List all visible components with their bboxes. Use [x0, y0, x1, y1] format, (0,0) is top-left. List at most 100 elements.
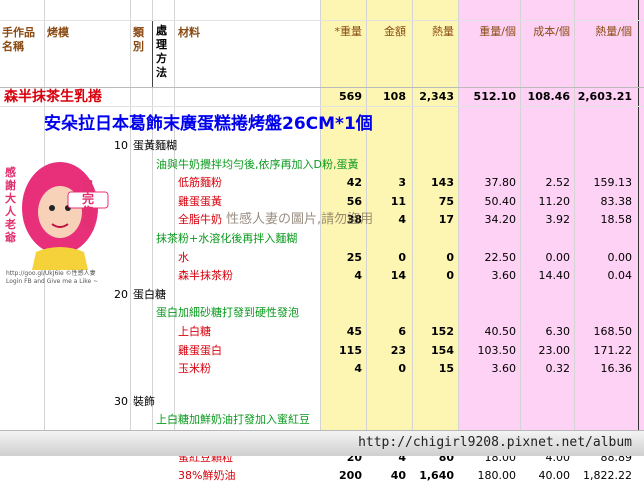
product-name[interactable]: 森半抹茶生乳捲	[4, 88, 102, 106]
material-calorie-per[interactable]: 18.58	[574, 212, 633, 228]
header-calorie[interactable]: 熱量	[412, 24, 454, 40]
material-calorie[interactable]: 1,640	[412, 468, 454, 484]
photo-caption-2: Login FB and Give me a Like ~	[6, 278, 99, 285]
material-name[interactable]: 上白糖	[178, 324, 211, 340]
material-calorie-per[interactable]: 83.38	[574, 194, 633, 210]
material-weight-per[interactable]: 37.80	[458, 175, 517, 191]
material-calorie[interactable]: 75	[412, 194, 454, 210]
material-weight-per[interactable]: 3.60	[458, 268, 517, 284]
grid-line	[0, 106, 644, 107]
material-cost-per[interactable]: 23.00	[520, 343, 571, 359]
header-method[interactable]: 處理方法	[156, 24, 170, 80]
method-note[interactable]: 油與牛奶攪拌均勻後,依序再加入D粉,蛋黃	[156, 157, 358, 173]
category-code[interactable]: 20	[110, 287, 128, 303]
header-calorie-per[interactable]: 熱量/個	[574, 24, 632, 40]
material-name[interactable]: 雞蛋蛋白	[178, 343, 222, 359]
grid-line	[638, 0, 639, 455]
material-cost-per[interactable]: 3.92	[520, 212, 571, 228]
mold-title[interactable]: 安朵拉日本葛飾末廣蛋糕捲烤盤26CM*1個	[44, 113, 373, 135]
material-name[interactable]: 38%鮮奶油	[178, 468, 235, 484]
material-name[interactable]: 森半抹茶粉	[178, 268, 233, 284]
material-weight[interactable]: 4	[320, 268, 362, 284]
product-weight-per[interactable]: 512.10	[458, 89, 516, 105]
material-calorie-per[interactable]: 0.04	[574, 268, 633, 284]
material-weight-per[interactable]: 103.50	[458, 343, 517, 359]
material-weight-per[interactable]: 22.50	[458, 250, 517, 266]
material-cost-per[interactable]: 2.52	[520, 175, 571, 191]
material-weight[interactable]: 42	[320, 175, 362, 191]
header-mold[interactable]: 烤模	[47, 26, 69, 42]
header-name[interactable]: 手作品名稱	[2, 26, 42, 54]
material-amount[interactable]: 0	[366, 361, 406, 377]
product-calorie-per[interactable]: 2,603.21	[574, 89, 632, 105]
material-amount[interactable]: 6	[366, 324, 406, 340]
product-cost-per[interactable]: 108.46	[520, 89, 570, 105]
photo-caption: http://goo.gl/UkJ6Ie ©性感人妻	[6, 270, 96, 277]
material-name[interactable]: 雞蛋蛋黃	[178, 194, 222, 210]
method-note[interactable]: 上白糖加鮮奶油打發加入蜜紅豆	[156, 412, 310, 428]
header-cost-per[interactable]: 成本/個	[520, 24, 570, 40]
material-weight[interactable]: 25	[320, 250, 362, 266]
material-calorie[interactable]: 15	[412, 361, 454, 377]
material-amount[interactable]: 0	[366, 250, 406, 266]
material-cost-per[interactable]: 11.20	[520, 194, 571, 210]
product-amount[interactable]: 108	[366, 89, 406, 105]
category-code[interactable]: 10	[110, 138, 128, 154]
header-weight-per[interactable]: 重量/個	[458, 24, 516, 40]
header-weight[interactable]: *重量	[320, 24, 363, 40]
material-weight-per[interactable]: 34.20	[458, 212, 517, 228]
material-weight-per[interactable]: 3.60	[458, 361, 517, 377]
material-weight-per[interactable]: 50.40	[458, 194, 517, 210]
category-label[interactable]: 裝飾	[133, 394, 155, 410]
material-calorie-per[interactable]: 171.22	[574, 343, 633, 359]
category-label[interactable]: 蛋黃麵糊	[133, 138, 177, 154]
material-calorie-per[interactable]: 168.50	[574, 324, 633, 340]
material-amount[interactable]: 3	[366, 175, 406, 191]
header-material[interactable]: 材料	[178, 26, 200, 42]
photo-side-text: 感謝大人老爺	[5, 166, 16, 244]
material-weight[interactable]: 45	[320, 324, 362, 340]
material-calorie[interactable]: 0	[412, 268, 454, 284]
product-weight[interactable]: 569	[320, 89, 362, 105]
image-footer-bar: http://chigirl9208.pixnet.net/album	[0, 430, 644, 456]
material-calorie[interactable]: 143	[412, 175, 454, 191]
material-name[interactable]: 玉米粉	[178, 361, 211, 377]
material-weight-per[interactable]: 180.00	[458, 468, 517, 484]
material-amount[interactable]: 40	[366, 468, 406, 484]
material-cost-per[interactable]: 40.00	[520, 468, 571, 484]
material-calorie-per[interactable]: 0.00	[574, 250, 633, 266]
category-code[interactable]: 30	[110, 394, 128, 410]
spreadsheet: 手作品名稱 烤模 類別 處理方法 材料 *重量 金額 熱量 重量/個 成本/個 …	[0, 0, 644, 482]
material-amount[interactable]: 14	[366, 268, 406, 284]
category-label[interactable]: 蛋白糖	[133, 287, 166, 303]
author-photo: 感謝大人老爺 已完售哦 http://goo.gl/UkJ6Ie ©性感人妻 L…	[2, 152, 116, 292]
method-header-border	[152, 21, 153, 87]
material-calorie-per[interactable]: 16.36	[574, 361, 633, 377]
material-weight-per[interactable]: 40.50	[458, 324, 517, 340]
material-cost-per[interactable]: 14.40	[520, 268, 571, 284]
material-calorie-per[interactable]: 159.13	[574, 175, 633, 191]
material-amount[interactable]: 23	[366, 343, 406, 359]
grid-line	[130, 0, 131, 455]
material-calorie[interactable]: 154	[412, 343, 454, 359]
material-name[interactable]: 全脂牛奶	[178, 212, 222, 228]
material-weight[interactable]: 115	[320, 343, 362, 359]
method-note[interactable]: 蛋白加細砂糖打發到硬性發泡	[156, 305, 299, 321]
header-amount[interactable]: 金額	[366, 24, 406, 40]
material-name[interactable]: 水	[178, 250, 189, 266]
method-note[interactable]: 抹茶粉+水溶化後再拌入麵糊	[156, 231, 297, 247]
photo-badge: 已完售哦	[82, 179, 95, 232]
material-name[interactable]: 低筋麵粉	[178, 175, 222, 191]
product-calorie[interactable]: 2,343	[412, 89, 454, 105]
material-weight[interactable]: 200	[320, 468, 362, 484]
material-calorie[interactable]: 17	[412, 212, 454, 228]
header-category[interactable]: 類別	[133, 26, 149, 54]
material-cost-per[interactable]: 0.32	[520, 361, 571, 377]
material-calorie[interactable]: 0	[412, 250, 454, 266]
material-calorie-per[interactable]: 1,822.22	[574, 468, 632, 484]
material-cost-per[interactable]: 0.00	[520, 250, 571, 266]
material-weight[interactable]: 4	[320, 361, 362, 377]
material-calorie[interactable]: 152	[412, 324, 454, 340]
material-cost-per[interactable]: 6.30	[520, 324, 571, 340]
footer-url[interactable]: http://chigirl9208.pixnet.net/album	[358, 435, 632, 450]
